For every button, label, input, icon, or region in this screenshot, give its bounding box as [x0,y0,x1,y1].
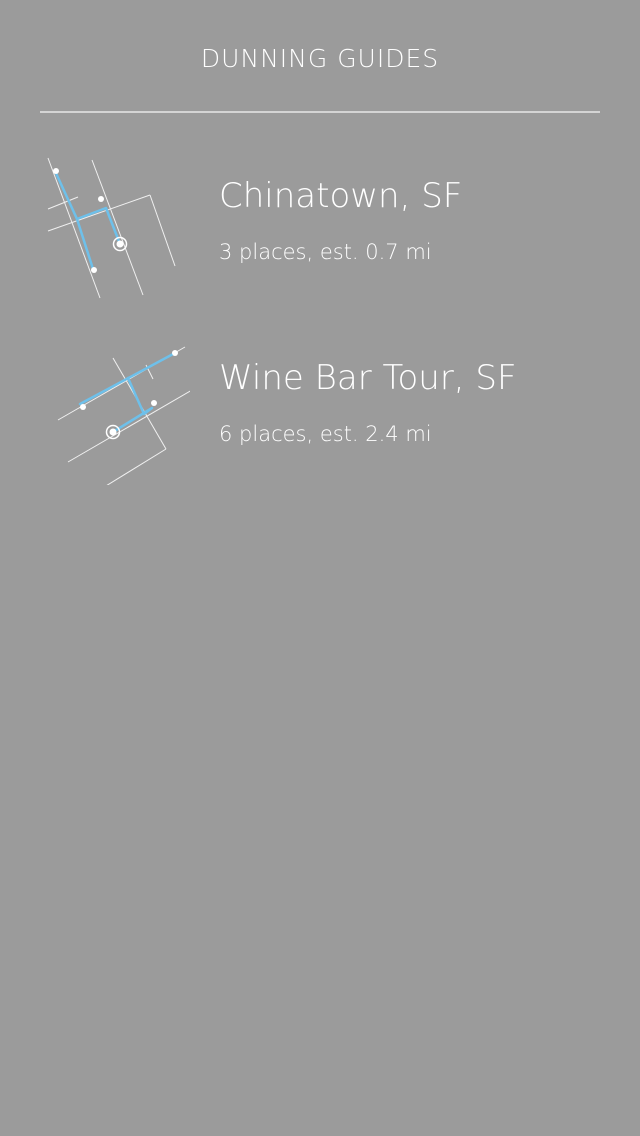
route-line-branch [75,217,95,271]
start-marker [116,240,124,248]
guide-item-chinatown[interactable]: Chinatown, SF 3 places, est. 0.7 mi [0,113,640,299]
map-streets [47,157,176,299]
guide-item-wine-bar-tour[interactable]: Wine Bar Tour, SF 6 places, est. 2.4 mi [0,295,640,485]
route-line-branch [111,376,154,434]
guide-title: Chinatown, SF [219,176,463,216]
map-streets [57,346,190,485]
stop-marker [80,404,86,410]
app-title: DUNNING GUIDES [200,44,440,73]
guide-list: Chinatown, SF 3 places, est. 0.7 mi Wine… [0,113,640,485]
header: DUNNING GUIDES [0,0,640,113]
start-marker [109,428,117,436]
route-map-icon [57,346,190,485]
stop-marker [91,267,97,273]
stop-marker [172,350,178,356]
route-map-icon [47,157,176,299]
guide-title: Wine Bar Tour, SF [219,358,517,398]
stop-marker [151,400,157,406]
guide-meta: 6 places, est. 2.4 mi [219,422,432,446]
stop-marker [98,196,104,202]
guide-meta: 3 places, est. 0.7 mi [219,240,432,264]
stop-marker [53,168,59,174]
